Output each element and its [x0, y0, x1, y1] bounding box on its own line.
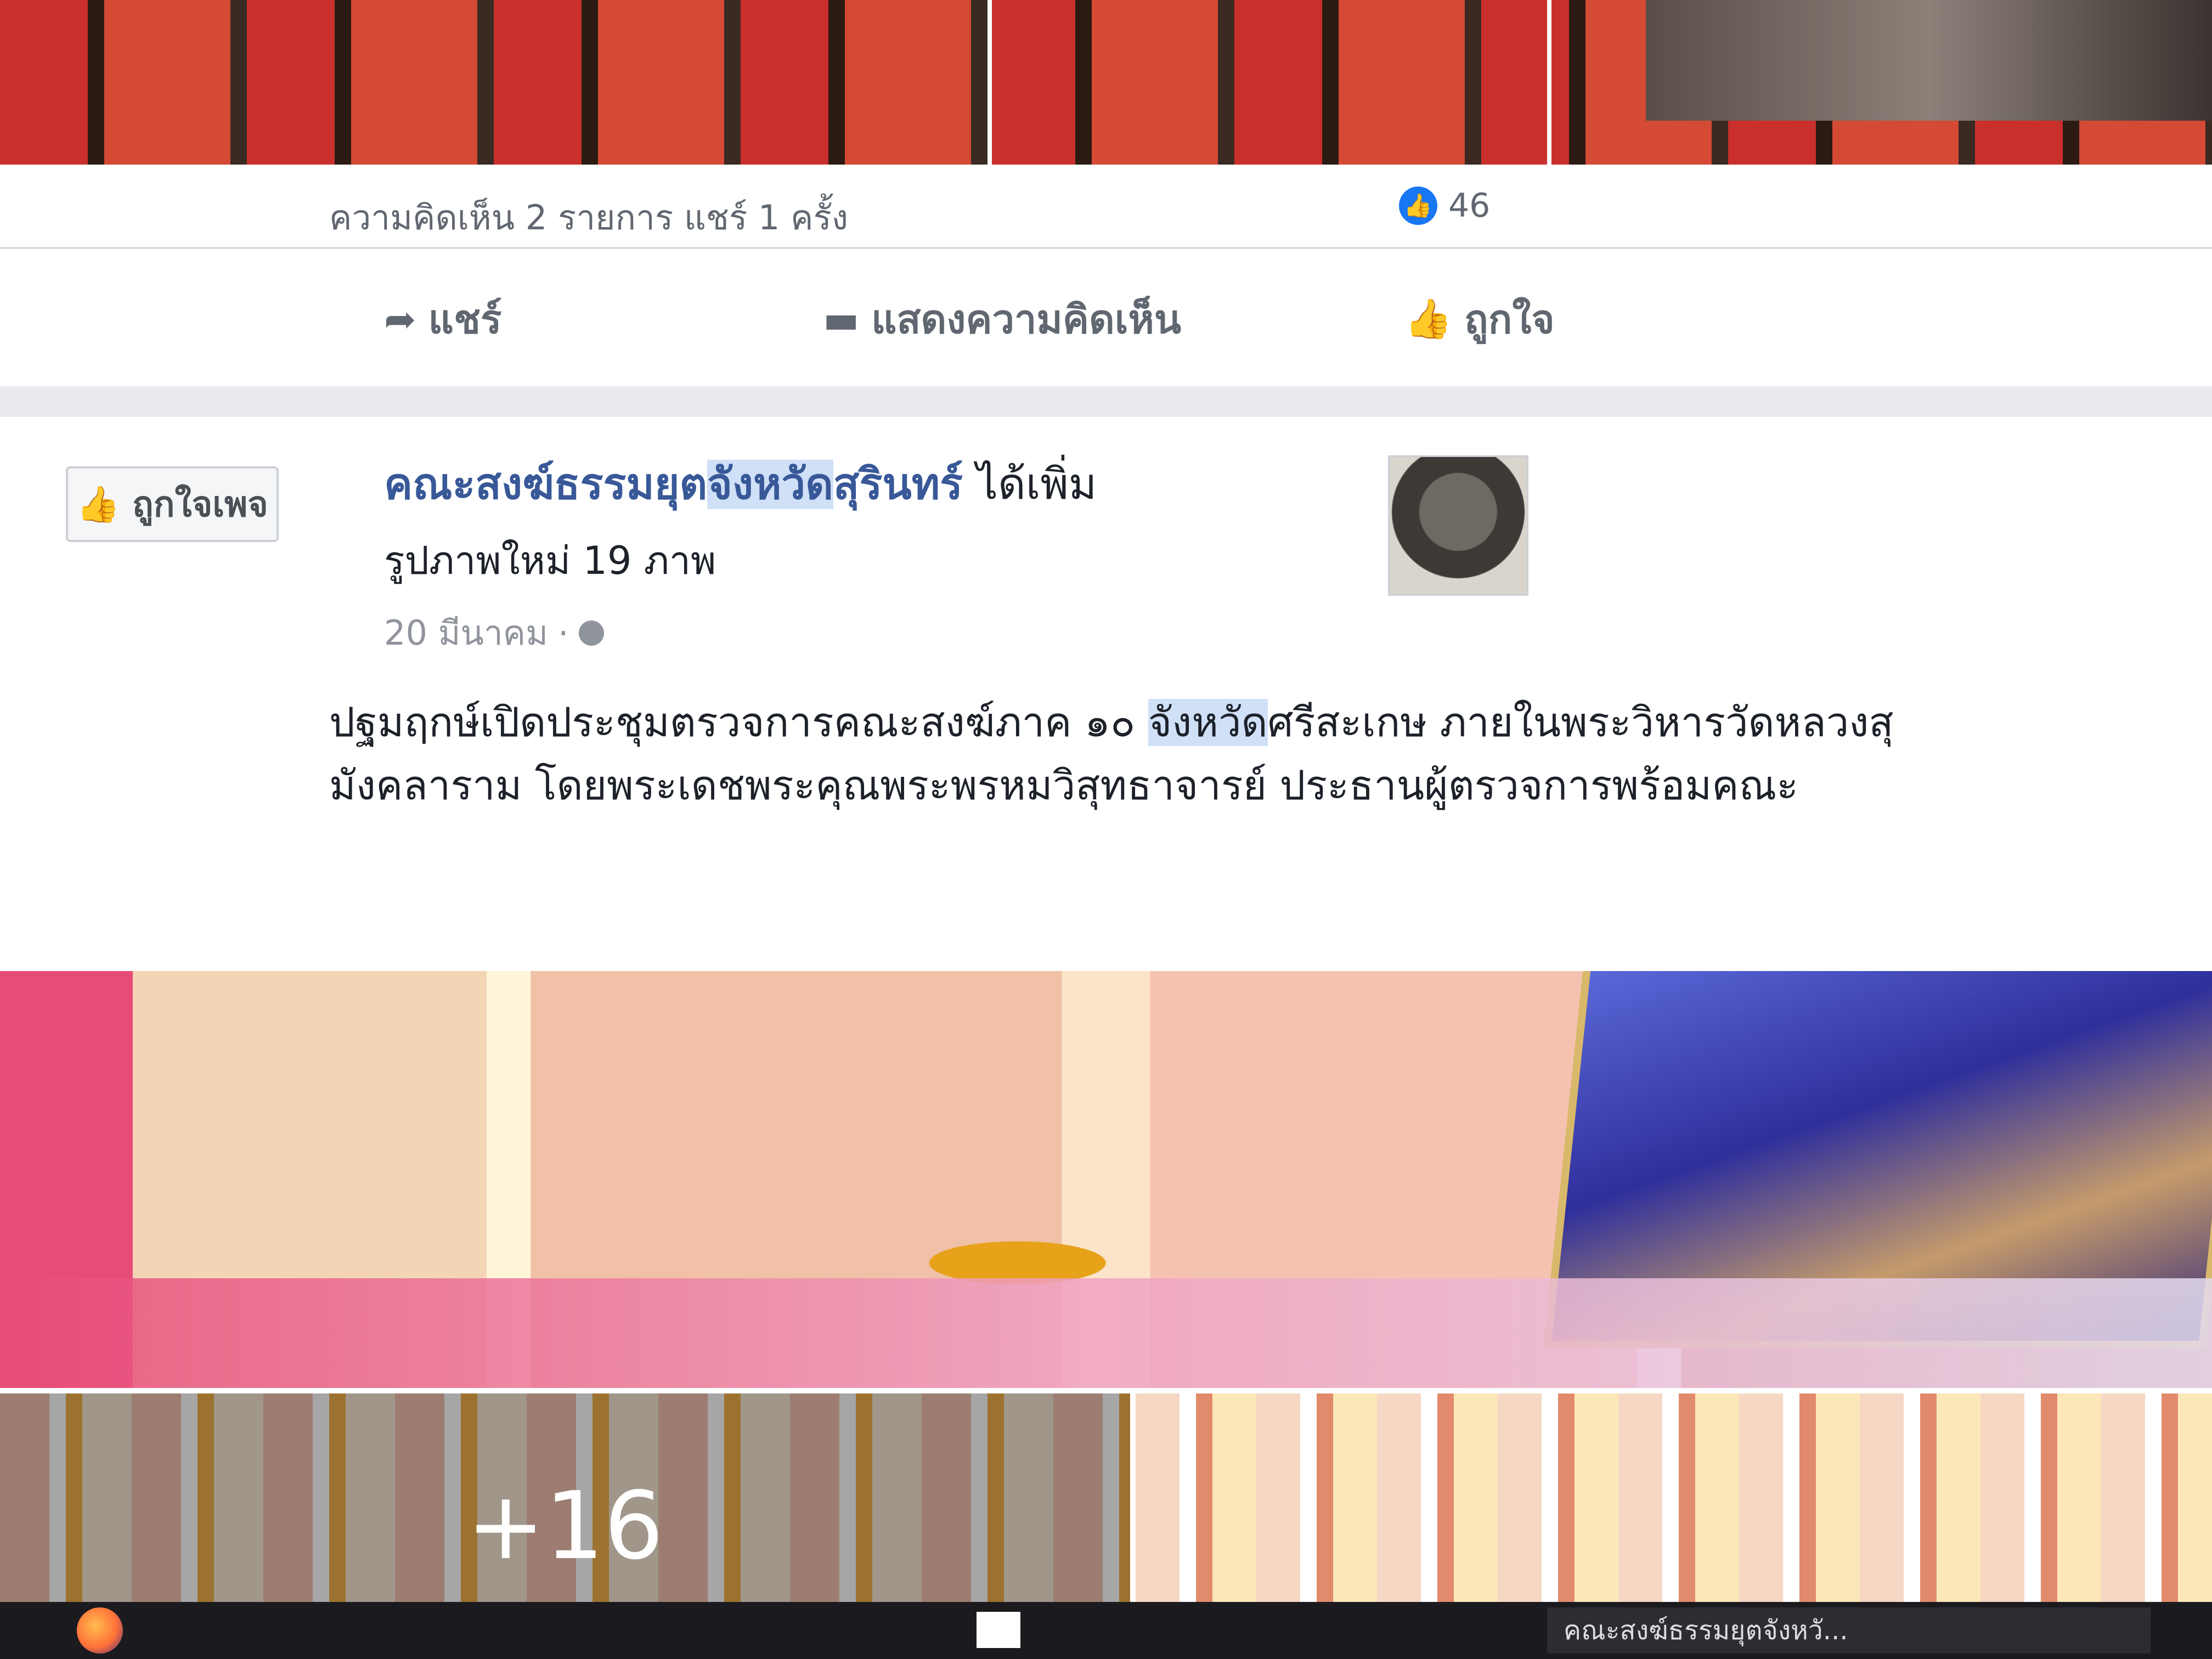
comment-label: แสดงความคิดเห็น — [871, 296, 1182, 342]
page-name-link[interactable]: คณะสงฆ์ธรรมยุตจังหวัดสุรินทร์ — [384, 460, 963, 509]
separator-dot: · — [558, 613, 569, 653]
like-reaction-icon: 👍 — [1399, 187, 1437, 225]
taskbar-app-button[interactable]: คณะสงฆ์ธรรมยุตจังหวั... — [1547, 1607, 2151, 1654]
share-arrow-icon: ➦ — [384, 296, 416, 342]
firefox-icon[interactable] — [77, 1607, 123, 1654]
photo-divider — [1547, 0, 1551, 165]
reaction-summary[interactable]: 👍 46 — [1399, 187, 1490, 225]
like-page-button[interactable]: 👍 ถูกใจเพจ — [66, 466, 279, 542]
previous-post-photo[interactable] — [0, 0, 2212, 165]
taskbar-app-label: คณะสงฆ์ธรรมยุตจังหวั... — [1564, 1615, 1848, 1646]
page-name-part: คณะสงฆ์ธรรมยุต — [384, 460, 708, 509]
previous-post-stats: 👍 46 ความคิดเห็น 2 รายการ แชร์ 1 ครั้ง — [0, 165, 2212, 247]
share-label: แชร์ — [428, 296, 502, 342]
post-header: คณะสงฆ์ธรรมยุตจังหวัดสุรินทร์ ได้เพิ่ม ร… — [0, 417, 2212, 675]
share-button[interactable]: ➦ แชร์ — [384, 287, 502, 351]
mail-icon[interactable] — [977, 1612, 1020, 1648]
comment-share-count[interactable]: ความคิดเห็น 2 รายการ แชร์ 1 ครั้ง — [329, 191, 848, 245]
added-text: ได้เพิ่ม — [963, 460, 1097, 509]
previous-post: 👍 46 ความคิดเห็น 2 รายการ แชร์ 1 ครั้ง 👍… — [0, 0, 2212, 386]
previous-post-action-bar: 👍 ถูกใจ ▬ แสดงความคิดเห็น ➦ แชร์ — [0, 247, 2212, 386]
previous-post-thumbnail[interactable] — [1646, 0, 2212, 121]
photo-main[interactable] — [0, 971, 2212, 1388]
post-meta: 20 มีนาคม · — [384, 606, 1361, 660]
taskbar: คณะสงฆ์ธรรมยุตจังหวั... — [0, 1602, 2212, 1659]
like-button[interactable]: 👍 ถูกใจ — [1404, 287, 1555, 351]
album-link[interactable]: รูปภาพใหม่ 19 ภาพ — [384, 530, 1361, 591]
post-text: ปฐมฤกษ์เปิดประชุมตรวจการคณะสงฆ์ภาค ๑๐ จั… — [329, 691, 1920, 817]
comment-icon: ▬ — [823, 296, 860, 342]
like-label: ถูกใจ — [1464, 296, 1555, 342]
comment-button[interactable]: ▬ แสดงความคิดเห็น — [823, 287, 1181, 351]
photo-grid: +16 — [0, 971, 2212, 1659]
photo-divider — [988, 0, 992, 165]
thumbs-up-icon: 👍 — [1404, 296, 1453, 341]
globe-icon — [578, 620, 604, 646]
post-card: คณะสงฆ์ธรรมยุตจังหวัดสุรินทร์ ได้เพิ่ม ร… — [0, 417, 2212, 1659]
reaction-count: 46 — [1448, 187, 1491, 225]
post-date[interactable]: 20 มีนาคม — [384, 606, 548, 660]
thumbs-up-icon: 👍 — [76, 484, 120, 525]
page-avatar[interactable] — [1388, 455, 1528, 596]
search-highlight: จังหวัด — [707, 460, 833, 509]
page-name-part: สุรินทร์ — [833, 460, 963, 509]
post-text-part: ปฐมฤกษ์เปิดประชุมตรวจการคณะสงฆ์ภาค ๑๐ — [329, 699, 1148, 746]
like-page-label: ถูกใจเพจ — [132, 484, 268, 525]
post-header-text: คณะสงฆ์ธรรมยุตจังหวัดสุรินทร์ ได้เพิ่ม ร… — [384, 450, 1361, 660]
photo-floor — [0, 1278, 2212, 1388]
search-highlight: จังหวัด — [1148, 699, 1268, 746]
author-line: คณะสงฆ์ธรรมยุตจังหวัดสุรินทร์ ได้เพิ่ม — [384, 450, 1361, 518]
